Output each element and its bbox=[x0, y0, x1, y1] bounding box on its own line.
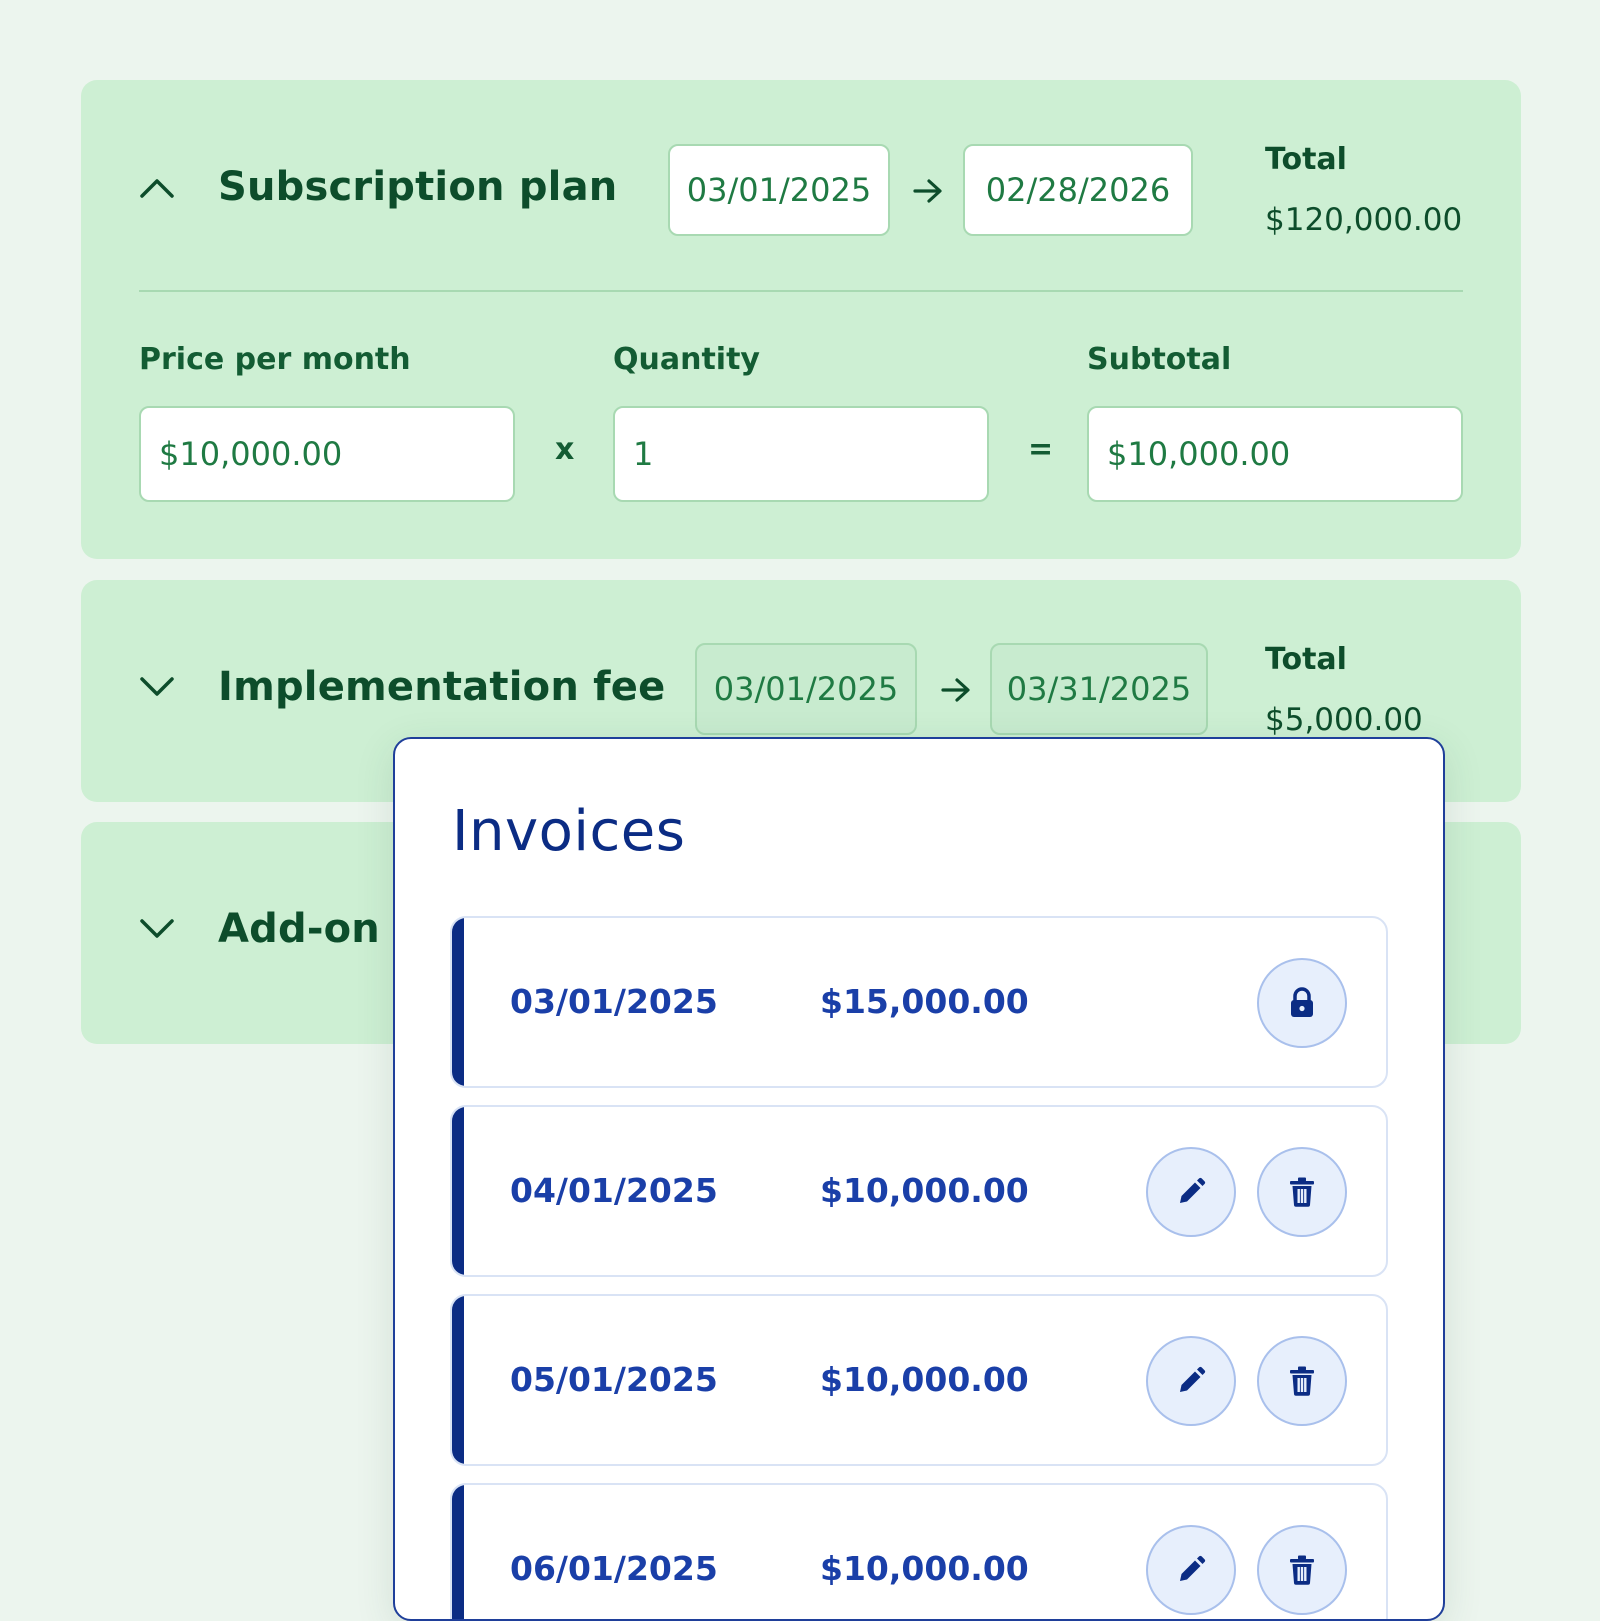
invoice-date: 06/01/2025 bbox=[510, 1549, 718, 1588]
invoice-amount: $15,000.00 bbox=[820, 982, 1029, 1021]
row-accent-bar bbox=[452, 918, 464, 1086]
edit-button[interactable] bbox=[1146, 1336, 1236, 1426]
implementation-fee-title: Implementation fee bbox=[218, 664, 666, 710]
trash-icon bbox=[1290, 1177, 1314, 1207]
invoice-row: 04/01/2025 $10,000.00 bbox=[450, 1105, 1388, 1277]
pencil-icon bbox=[1180, 1555, 1206, 1581]
invoice-date: 03/01/2025 bbox=[510, 982, 718, 1021]
edit-button[interactable] bbox=[1146, 1525, 1236, 1615]
quantity-input[interactable]: 1 bbox=[613, 406, 989, 502]
chevron-down-icon[interactable] bbox=[139, 674, 175, 698]
total-value: $120,000.00 bbox=[1265, 202, 1463, 238]
row-accent-bar bbox=[452, 1107, 464, 1275]
subscription-plan-title: Subscription plan bbox=[218, 164, 618, 210]
row-accent-bar bbox=[452, 1485, 464, 1619]
invoice-date: 04/01/2025 bbox=[510, 1171, 718, 1210]
invoice-date: 05/01/2025 bbox=[510, 1360, 718, 1399]
row-accent-bar bbox=[452, 1296, 464, 1464]
price-per-month-label: Price per month bbox=[139, 342, 411, 377]
invoice-row: 05/01/2025 $10,000.00 bbox=[450, 1294, 1388, 1466]
lock-button[interactable] bbox=[1257, 958, 1347, 1048]
invoice-row: 06/01/2025 $10,000.00 bbox=[450, 1483, 1388, 1619]
total-value: $5,000.00 bbox=[1265, 702, 1423, 738]
edit-button[interactable] bbox=[1146, 1147, 1236, 1237]
start-date-input[interactable]: 03/01/2025 bbox=[695, 643, 917, 735]
trash-icon bbox=[1290, 1555, 1314, 1585]
invoice-row: 03/01/2025 $15,000.00 bbox=[450, 916, 1388, 1088]
total-label: Total bbox=[1265, 642, 1347, 677]
equals-sign: = bbox=[1028, 432, 1054, 467]
delete-button[interactable] bbox=[1257, 1147, 1347, 1237]
end-date-input[interactable]: 03/31/2025 bbox=[990, 643, 1208, 735]
price-per-month-input[interactable]: $10,000.00 bbox=[139, 406, 515, 502]
quantity-label: Quantity bbox=[613, 342, 760, 377]
invoice-amount: $10,000.00 bbox=[820, 1171, 1029, 1210]
lock-icon bbox=[1291, 987, 1313, 1017]
subscription-plan-panel: Subscription plan 03/01/2025 02/28/2026 … bbox=[81, 80, 1521, 559]
invoice-amount: $10,000.00 bbox=[820, 1360, 1029, 1399]
arrow-right-icon bbox=[941, 677, 971, 703]
add-on-title: Add-on bbox=[218, 906, 380, 952]
chevron-down-icon[interactable] bbox=[139, 916, 175, 940]
invoice-amount: $10,000.00 bbox=[820, 1549, 1029, 1588]
chevron-up-icon[interactable] bbox=[139, 176, 175, 200]
divider bbox=[139, 290, 1463, 292]
start-date-input[interactable]: 03/01/2025 bbox=[668, 144, 890, 236]
pencil-icon bbox=[1180, 1177, 1206, 1203]
invoices-title: Invoices bbox=[452, 799, 686, 864]
subtotal-label: Subtotal bbox=[1087, 342, 1232, 377]
subtotal-input[interactable]: $10,000.00 bbox=[1087, 406, 1463, 502]
trash-icon bbox=[1290, 1366, 1314, 1396]
delete-button[interactable] bbox=[1257, 1525, 1347, 1615]
arrow-right-icon bbox=[913, 178, 943, 204]
pencil-icon bbox=[1180, 1366, 1206, 1392]
total-label: Total bbox=[1265, 142, 1347, 177]
delete-button[interactable] bbox=[1257, 1336, 1347, 1426]
multiply-sign: x bbox=[555, 432, 575, 467]
invoices-modal: Invoices 03/01/2025 $15,000.00 04/01/202… bbox=[393, 737, 1445, 1621]
end-date-input[interactable]: 02/28/2026 bbox=[963, 144, 1193, 236]
